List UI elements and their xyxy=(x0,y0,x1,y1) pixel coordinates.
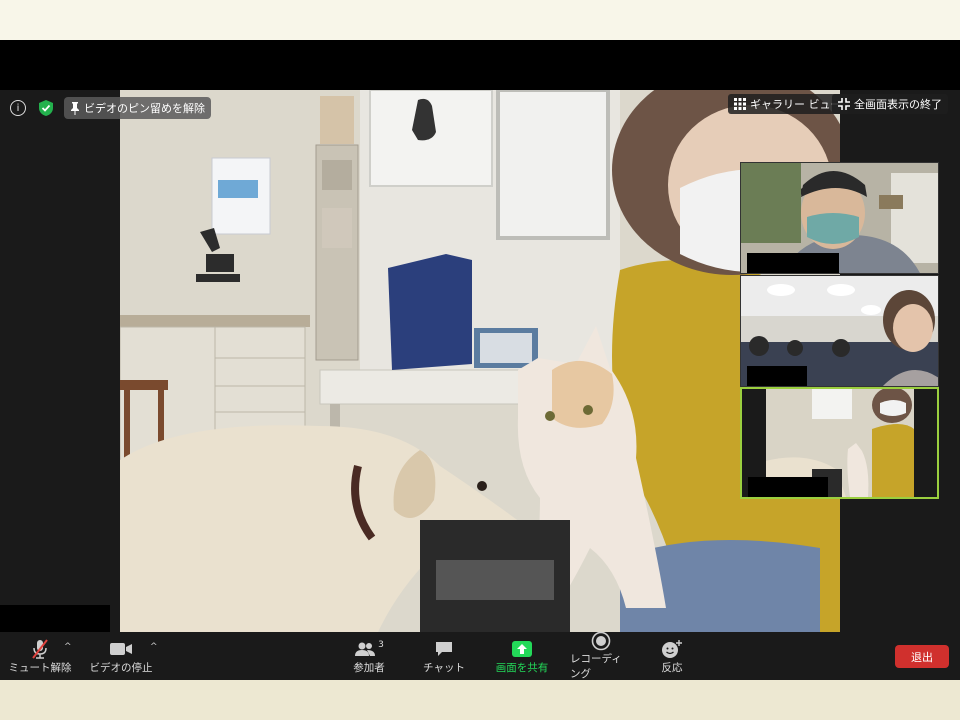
window-frame xyxy=(496,90,610,240)
unmute-button[interactable]: ミュート解除 xyxy=(8,632,72,680)
chat-button[interactable]: チャット xyxy=(420,632,468,680)
unmute-label: ミュート解除 xyxy=(8,661,72,674)
leave-meeting-button[interactable]: 退出 xyxy=(895,645,949,668)
participant-thumbnail-2[interactable] xyxy=(740,275,939,387)
reactions-button[interactable]: 反応 xyxy=(654,632,690,680)
stop-video-label: ビデオの停止 xyxy=(89,661,153,674)
name-label-redacted xyxy=(747,253,839,273)
share-screen-label: 画面を共有 xyxy=(495,661,549,674)
kitten-eye-right xyxy=(583,405,593,415)
participants-label: 参加者 xyxy=(353,661,385,674)
main-video-scene xyxy=(120,90,840,632)
dog-eye xyxy=(477,481,487,491)
participant-thumbnail-self-active[interactable] xyxy=(740,387,939,499)
video-camera-icon xyxy=(109,638,133,660)
cardboard-box xyxy=(320,96,354,144)
shelf-box-2 xyxy=(322,208,352,248)
video-stage: i ビデオのピン留めを解除 ギャラリー ビュー 全画面表示の終了 xyxy=(0,90,960,639)
window-top-bar xyxy=(0,40,960,90)
reactions-label: 反応 xyxy=(661,661,683,674)
speech-bubble-icon xyxy=(434,638,454,660)
recruit-poster-band xyxy=(218,180,258,198)
participant-thumbnail-1[interactable] xyxy=(740,162,939,274)
photo-frame-inner xyxy=(480,333,532,363)
grid-icon xyxy=(734,98,746,110)
meeting-info-icon[interactable]: i xyxy=(10,100,26,116)
meeting-toolbar: ミュート解除 ^ ビデオの停止 ^ 3 参加者 チャット 画面を共有 レコーディ… xyxy=(0,631,960,680)
shield-check-svg xyxy=(39,100,53,116)
kitten-head-patch xyxy=(552,360,614,428)
counter-top xyxy=(120,315,310,327)
exit-fullscreen-button[interactable]: 全画面表示の終了 xyxy=(832,94,948,114)
name-label-redacted xyxy=(748,477,828,497)
stool-leg-1 xyxy=(124,390,130,460)
people-icon: 3 xyxy=(354,638,384,660)
participants-button[interactable]: 3 参加者 xyxy=(346,632,392,680)
audio-options-chevron-icon[interactable]: ^ xyxy=(64,642,72,652)
record-icon xyxy=(591,631,611,651)
bottom-page-margin xyxy=(0,680,960,720)
gallery-label: ギャラリー ビュー xyxy=(750,98,842,111)
shield-check-icon[interactable] xyxy=(38,99,54,117)
name-label-redacted xyxy=(747,366,807,386)
exit-fullscreen-label: 全画面表示の終了 xyxy=(854,98,942,111)
record-label: レコーディング xyxy=(570,653,622,680)
gallery-view-button[interactable]: ギャラリー ビュー xyxy=(728,94,848,114)
desk xyxy=(319,369,536,405)
share-screen-button[interactable]: 画面を共有 xyxy=(492,632,552,680)
zoom-meeting-window: i ビデオのピン留めを解除 ギャラリー ビュー 全画面表示の終了 ミュート解除 … xyxy=(0,40,960,680)
stop-video-button[interactable]: ビデオの停止 xyxy=(88,632,154,680)
stool-top xyxy=(120,380,168,390)
chat-label: チャット xyxy=(423,661,465,674)
kitten-eye-left xyxy=(545,411,555,421)
participants-count: 3 xyxy=(378,639,384,650)
share-up-arrow-icon xyxy=(511,638,533,660)
pin-icon xyxy=(71,102,79,115)
record-button[interactable]: レコーディング xyxy=(570,631,632,680)
shelf-box-1 xyxy=(322,160,352,190)
smiley-plus-icon xyxy=(661,638,683,660)
unpin-label: ビデオのピン留めを解除 xyxy=(84,102,205,115)
unpin-video-button[interactable]: ビデオのピン留めを解除 xyxy=(64,97,211,119)
blue-device xyxy=(388,254,472,370)
compress-icon xyxy=(838,98,850,110)
info-glyph: i xyxy=(16,102,20,114)
pinned-main-video[interactable] xyxy=(120,90,840,632)
heater-grill xyxy=(436,560,554,600)
microphone-slash-icon xyxy=(30,638,50,660)
video-options-chevron-icon[interactable]: ^ xyxy=(150,642,158,652)
top-page-margin xyxy=(0,0,960,40)
